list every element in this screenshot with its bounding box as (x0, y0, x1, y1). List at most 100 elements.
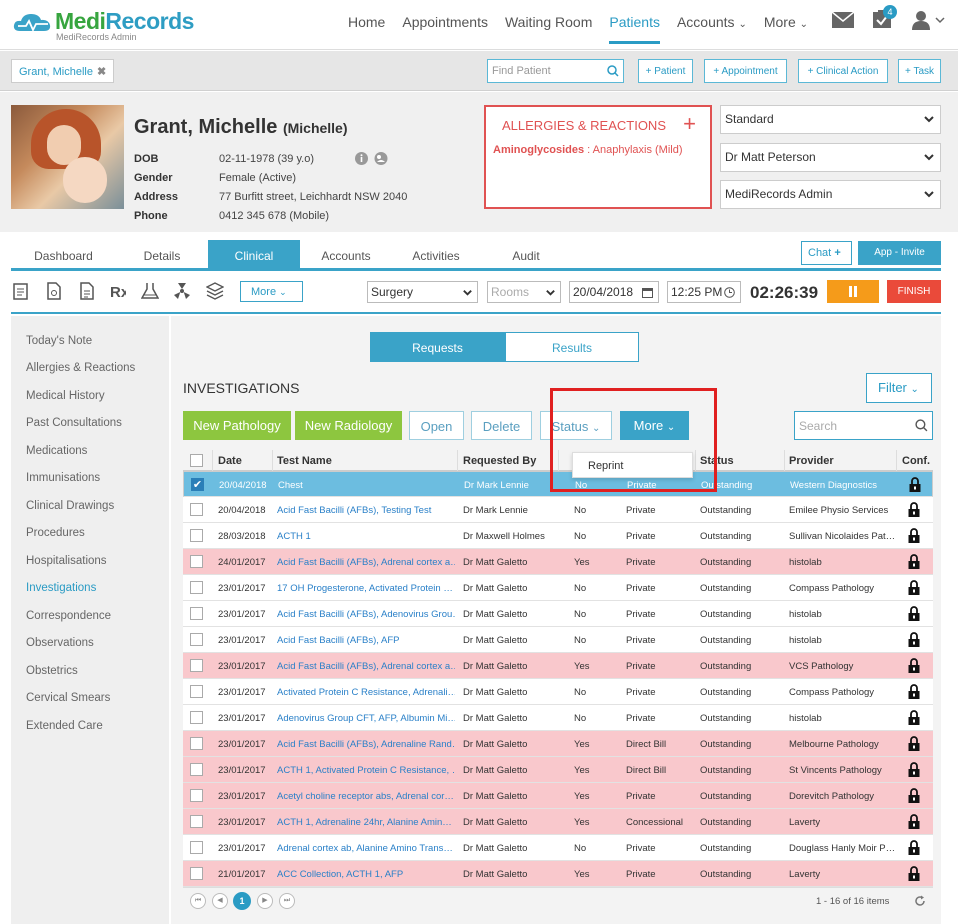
select-all-checkbox[interactable] (190, 454, 203, 467)
new-pathology-button[interactable]: New Pathology (183, 411, 291, 440)
sidebar-item-clinical-drawings[interactable]: Clinical Drawings (26, 500, 114, 512)
tab-activities[interactable]: Activities (392, 240, 480, 270)
row-checkbox[interactable] (190, 841, 203, 854)
sidebar-item-past-consultations[interactable]: Past Consultations (26, 417, 122, 429)
date-picker[interactable]: 20/04/2018 (569, 281, 659, 303)
user-menu-icon[interactable] (912, 10, 946, 30)
mail-icon[interactable] (832, 12, 854, 28)
add-patient-button[interactable]: + Patient (638, 59, 693, 83)
table-row[interactable]: 23/01/2017 Acid Fast Bacilli (AFBs), AFP D… (183, 627, 933, 653)
next-page-icon[interactable]: ▶ (257, 893, 273, 909)
lock-icon[interactable] (908, 528, 920, 543)
row-checkbox[interactable] (190, 711, 203, 724)
practitioner-select[interactable]: Dr Matt Peterson (720, 143, 941, 172)
prev-page-icon[interactable]: ◀ (212, 893, 228, 909)
row-checkbox[interactable] (190, 815, 203, 828)
column-requested-by[interactable]: Requested By (463, 455, 536, 467)
requests-toggle[interactable]: Requests (370, 332, 505, 362)
row-checkbox[interactable] (190, 503, 203, 516)
notes-icon[interactable] (13, 282, 29, 300)
table-row[interactable]: 23/01/2017 Acid Fast Bacilli (AFBs), Adre… (183, 731, 933, 757)
test-name-link[interactable]: Acid Fast Bacilli (AFBs), Adrenal cortex… (277, 557, 455, 568)
row-checkbox[interactable] (190, 581, 203, 594)
test-name-link[interactable]: Acid Fast Bacilli (AFBs), Adrenaline Ran… (277, 739, 455, 750)
open-patient-tag[interactable]: Grant, Michelle ✖ (11, 59, 115, 83)
lab-flask-icon[interactable] (141, 282, 159, 300)
investigations-search-input[interactable]: Search (794, 411, 933, 440)
nav-appointments[interactable]: Appointments (402, 0, 488, 44)
row-checkbox[interactable] (190, 659, 203, 672)
sidebar-item-obstetrics[interactable]: Obstetrics (26, 665, 78, 677)
sidebar-item-extended-care[interactable]: Extended Care (26, 720, 103, 732)
sidebar-item-medications[interactable]: Medications (26, 445, 87, 457)
sidebar-item-observations[interactable]: Observations (26, 637, 94, 649)
appointment-type-select[interactable]: Standard (720, 105, 941, 134)
sidebar-item-allergies[interactable]: Allergies & Reactions (26, 362, 135, 374)
lock-icon[interactable] (908, 840, 920, 855)
table-row[interactable]: 23/01/2017 Adrenal cortex ab, Alanine Ami… (183, 835, 933, 861)
refresh-icon[interactable] (914, 895, 926, 907)
location-select[interactable]: Surgery (367, 281, 478, 303)
test-name-link[interactable]: 17 OH Progesterone, Activated Protein … (277, 583, 455, 594)
current-page[interactable]: 1 (233, 892, 251, 910)
table-row[interactable]: 23/01/2017 ACTH 1, Activated Protein C Re… (183, 757, 933, 783)
table-row[interactable]: 23/01/2017 Adenovirus Group CFT, AFP, Alb… (183, 705, 933, 731)
table-row[interactable]: 28/03/2018 ACTH 1 Dr Maxwell Holmes No Priva… (183, 523, 933, 549)
add-task-button[interactable]: + Task (898, 59, 941, 83)
test-name-link[interactable]: Chest (278, 480, 456, 491)
table-row[interactable]: 23/01/2017 Acid Fast Bacilli (AFBs), Adre… (183, 653, 933, 679)
sidebar-item-todays-note[interactable]: Today's Note (26, 335, 92, 347)
add-allergy-icon[interactable]: + (683, 111, 696, 137)
tab-details[interactable]: Details (118, 240, 206, 270)
lock-icon[interactable] (908, 580, 920, 595)
row-checkbox[interactable] (190, 789, 203, 802)
test-name-link[interactable]: Adrenal cortex ab, Alanine Amino Trans… (277, 843, 455, 854)
stack-icon[interactable] (206, 282, 224, 300)
filter-button[interactable]: Filter ⌄ (866, 373, 932, 403)
medirecords-logo[interactable]: MediRecords MediRecords Admin (12, 7, 194, 43)
table-row[interactable]: 23/01/2017 17 OH Progesterone, Activated … (183, 575, 933, 601)
document-icon[interactable] (47, 282, 61, 300)
table-row[interactable]: 20/04/2018 Acid Fast Bacilli (AFBs), Test… (183, 497, 933, 523)
new-radiology-button[interactable]: New Radiology (295, 411, 402, 440)
results-toggle[interactable]: Results (505, 332, 639, 362)
tab-clinical[interactable]: Clinical (208, 240, 300, 270)
lock-icon[interactable] (909, 477, 921, 492)
lock-icon[interactable] (908, 606, 920, 621)
lock-icon[interactable] (908, 632, 920, 647)
radiology-icon[interactable] (173, 282, 191, 300)
table-row[interactable]: 23/01/2017 Acetyl choline receptor abs, A… (183, 783, 933, 809)
practice-select[interactable]: MediRecords Admin (720, 180, 941, 209)
add-appointment-button[interactable]: + Appointment (704, 59, 787, 83)
lock-icon[interactable] (908, 866, 920, 881)
finish-button[interactable]: FINISH (887, 280, 941, 303)
sidebar-item-procedures[interactable]: Procedures (26, 527, 85, 539)
row-checkbox[interactable] (190, 555, 203, 568)
last-page-icon[interactable]: ⏭ (279, 893, 295, 909)
pause-button[interactable] (827, 280, 879, 303)
lock-icon[interactable] (908, 762, 920, 777)
delete-button[interactable]: Delete (471, 411, 532, 440)
info-icon[interactable] (355, 152, 368, 165)
rooms-select[interactable]: Rooms (487, 281, 561, 303)
test-name-link[interactable]: ACTH 1, Adrenaline 24hr, Alanine Amin… (277, 817, 455, 828)
test-name-link[interactable]: ACC Collection, ACTH 1, AFP (277, 869, 455, 880)
row-checkbox[interactable] (190, 607, 203, 620)
chat-button[interactable]: Chat + (801, 241, 852, 265)
nav-home[interactable]: Home (348, 0, 385, 44)
lock-icon[interactable] (908, 788, 920, 803)
test-name-link[interactable]: Acid Fast Bacilli (AFBs), Adrenal cortex… (277, 661, 455, 672)
open-button[interactable]: Open (409, 411, 464, 440)
toolbar-more-button[interactable]: More ⌄ (240, 281, 303, 302)
row-checkbox[interactable] (190, 529, 203, 542)
sidebar-item-immunisations[interactable]: Immunisations (26, 472, 100, 484)
test-name-link[interactable]: ACTH 1, Activated Protein C Resistance, … (277, 765, 455, 776)
first-page-icon[interactable]: ⏮ (190, 893, 206, 909)
tab-dashboard[interactable]: Dashboard (11, 240, 116, 270)
nav-more[interactable]: More ⌄ (764, 0, 808, 44)
row-checkbox[interactable] (190, 737, 203, 750)
row-checkbox[interactable] (190, 633, 203, 646)
find-patient-input[interactable]: Find Patient (487, 59, 624, 83)
test-name-link[interactable]: Activated Protein C Resistance, Adrenali… (277, 687, 455, 698)
sidebar-item-medical-history[interactable]: Medical History (26, 390, 105, 402)
